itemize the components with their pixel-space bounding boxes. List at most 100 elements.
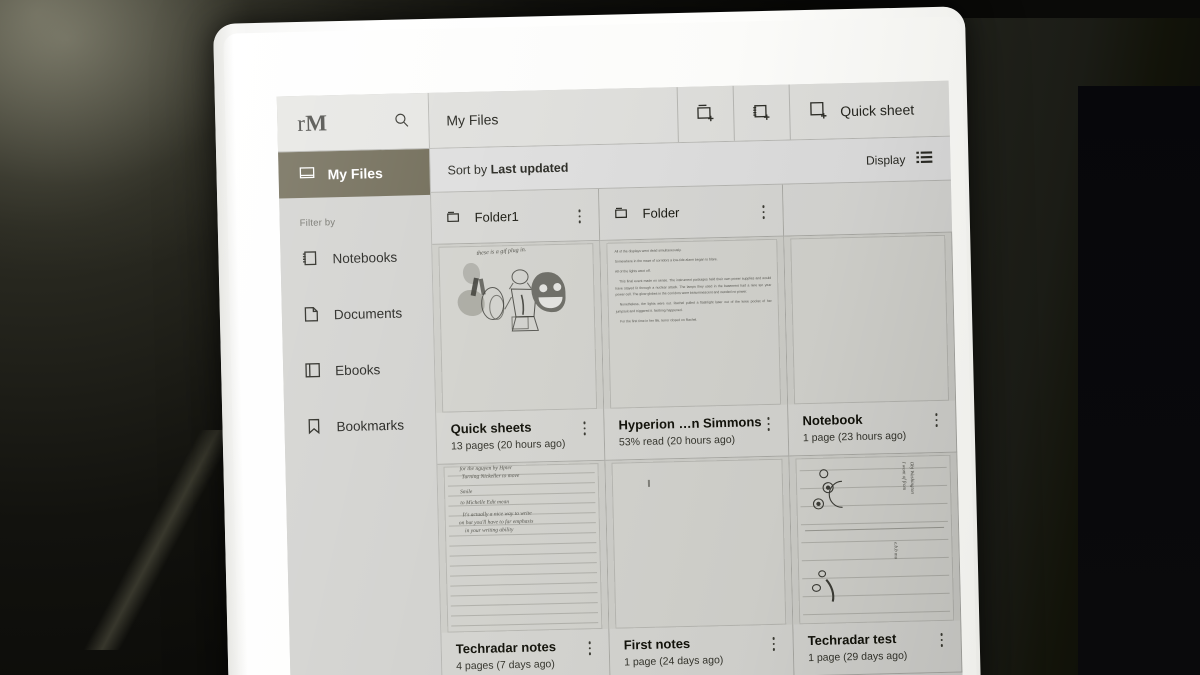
screen-body: My Files Filter by Notebooks Documents E…	[278, 136, 964, 675]
thumb-handwriting: for the nguyen by Hpter	[459, 465, 513, 473]
ebook-icon	[303, 360, 323, 382]
file-grid: Folder1 Folder these is a gif plug in. Q…	[431, 180, 964, 675]
folder-icon	[445, 208, 462, 228]
thumbnail-page	[611, 458, 787, 629]
thumb-handwriting-rotated: Obj Washington	[908, 461, 915, 494]
sidebar-item-label: My Files	[327, 165, 383, 183]
file-title: Quick sheets	[450, 419, 532, 437]
sketch-stroke	[647, 479, 650, 487]
thumbnail	[605, 456, 793, 629]
sidebar-item-documents[interactable]: Documents	[281, 287, 433, 342]
thumbnail-page: Obj Washington I wont of from e.b.b mu	[795, 454, 955, 625]
folder-name: Folder1	[474, 208, 519, 225]
more-vertical-icon[interactable]	[929, 410, 943, 427]
file-card[interactable]: Notebook 1 page (23 hours ago)	[784, 232, 958, 457]
quick-sheet-label: Quick sheet	[840, 101, 915, 119]
thumbnail-page: these is a gif plug in.	[438, 243, 598, 413]
more-vertical-icon[interactable]	[572, 207, 586, 224]
file-title: First notes	[623, 635, 691, 653]
ebook-paragraph: This final event made no sense. The inst…	[615, 276, 772, 297]
file-title: Notebook	[802, 411, 863, 429]
sort-control[interactable]: Sort by Last updated	[447, 160, 568, 177]
notebook-plus-icon	[751, 100, 773, 124]
file-card[interactable]: these is a gif plug in. Quick sheets 13 …	[432, 240, 606, 465]
folder-item[interactable]: Folder1	[431, 188, 601, 245]
more-vertical-icon[interactable]	[583, 638, 597, 655]
file-subtitle: 1 page (29 days ago)	[807, 649, 908, 665]
file-title: Techradar test	[807, 631, 897, 649]
ebook-paragraph: Somewhere in the maze of corridors a low…	[614, 257, 718, 264]
sort-prefix: Sort by	[447, 162, 488, 178]
file-title: Hyperion …n Simmons	[618, 414, 762, 433]
display-label: Display	[865, 152, 906, 168]
file-meta: Techradar notes 4 pages (7 days ago)	[441, 629, 609, 675]
thumb-handwriting: Smile	[460, 489, 473, 496]
breadcrumb[interactable]: My Files	[428, 87, 678, 148]
file-meta: Techradar test 1 page (29 days ago)	[793, 621, 961, 675]
thumbnail: All of the displays went dead simultaneo…	[600, 236, 788, 409]
file-subtitle: 53% read (20 hours ago)	[618, 433, 736, 449]
more-vertical-icon[interactable]	[761, 414, 775, 431]
more-vertical-icon[interactable]	[767, 634, 781, 651]
file-meta: Notebook 1 page (23 hours ago)	[788, 401, 956, 456]
sidebar-item-notebooks[interactable]: Notebooks	[280, 231, 432, 286]
sidebar-item-label: Documents	[333, 305, 403, 323]
thumbnail: for the nguyen by Hpter Turning Nickelle…	[437, 460, 609, 633]
ebook-paragraph: All of the lights went off.	[614, 268, 651, 274]
ebook-paragraph: All of the displays went dead simultaneo…	[614, 248, 682, 254]
my-files-icon	[298, 165, 315, 185]
sidebar-item-label: Bookmarks	[336, 417, 405, 435]
thumbnail-page: for the nguyen by Hpter Turning Nickelle…	[443, 463, 603, 633]
file-card[interactable]: for the nguyen by Hpter Turning Nickelle…	[437, 460, 611, 675]
backdrop-right-shadow	[1078, 86, 1200, 675]
sidebar-item-label: Notebooks	[332, 249, 398, 267]
quick-sheet-button[interactable]: Quick sheet	[788, 80, 950, 140]
folder-icon	[613, 204, 630, 224]
ebook-page-text: All of the displays went dead simultaneo…	[614, 245, 772, 329]
sort-value: Last updated	[490, 160, 569, 176]
new-notebook-button[interactable]	[732, 84, 790, 141]
folder-plus-icon	[695, 102, 717, 126]
thumbnail	[784, 232, 956, 405]
thumb-handwriting-rotated: e.b.b mu	[892, 542, 898, 560]
ebook-paragraph: Nonetheless, the lights were out. Rachel…	[615, 299, 772, 314]
new-folder-button[interactable]	[676, 85, 734, 143]
more-vertical-icon[interactable]	[577, 418, 591, 435]
file-subtitle: 1 page (23 hours ago)	[802, 429, 907, 445]
folder-name: Folder	[642, 205, 680, 221]
file-meta: Hyperion …n Simmons 53% read (20 hours a…	[604, 405, 788, 460]
eink-tablet-device: rM My Files Quick sheet My Files Filter …	[213, 6, 982, 675]
sidebar-item-my-files[interactable]: My Files	[278, 148, 431, 199]
page-plus-icon	[808, 99, 830, 123]
file-card[interactable]: First notes 1 page (24 days ago)	[605, 456, 795, 675]
sidebar-item-bookmarks[interactable]: Bookmarks	[284, 399, 436, 454]
file-subtitle: 13 pages (20 hours ago)	[450, 437, 566, 453]
thumbnail: Obj Washington I wont of from e.b.b mu	[789, 452, 961, 625]
file-title: Techradar notes	[455, 639, 557, 657]
thumbnail: these is a gif plug in.	[432, 240, 604, 413]
document-icon	[302, 304, 322, 326]
more-vertical-icon[interactable]	[934, 630, 948, 647]
bookmark-icon	[304, 416, 324, 438]
folder-row-empty-cell	[782, 180, 953, 237]
remarkable-logo: rM	[297, 109, 328, 136]
sidebar-item-label: Ebooks	[335, 362, 381, 379]
thumbnail-page: All of the displays went dead simultaneo…	[606, 238, 782, 409]
sidebar-item-ebooks[interactable]: Ebooks	[283, 343, 435, 398]
thumb-handwriting: to Michelle Edit mean	[460, 499, 510, 507]
ebook-paragraph: For the first time in her life, terror c…	[620, 317, 698, 324]
more-vertical-icon[interactable]	[756, 202, 770, 219]
thumbnail-page	[790, 234, 950, 405]
eink-screen: rM My Files Quick sheet My Files Filter …	[276, 80, 964, 675]
file-card[interactable]: All of the displays went dead simultaneo…	[600, 236, 790, 461]
search-icon[interactable]	[393, 111, 410, 131]
backdrop-top-shadow	[930, 0, 1200, 18]
list-view-icon[interactable]	[916, 150, 933, 167]
filter-by-label: Filter by	[299, 217, 336, 230]
folder-item[interactable]: Folder	[598, 184, 785, 241]
notebook-icon	[300, 248, 320, 270]
thumb-handwriting-rotated: I wont of from	[900, 461, 907, 491]
display-control[interactable]: Display	[866, 150, 933, 169]
thumb-handwriting: in your writing ability	[464, 527, 514, 535]
file-card[interactable]: Obj Washington I wont of from e.b.b mu T…	[789, 452, 963, 675]
